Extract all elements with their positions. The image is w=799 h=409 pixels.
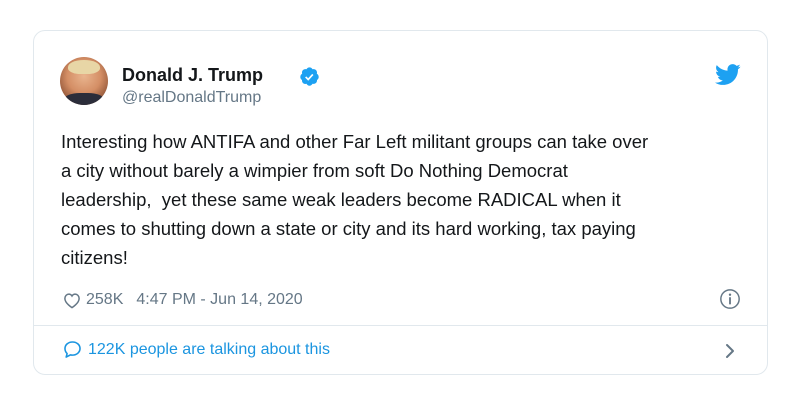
avatar-suit [64, 93, 104, 105]
tweet-embed-card[interactable]: Donald J. Trump @realDonaldTrump Interes… [33, 30, 768, 375]
author-name[interactable]: Donald J. Trump [122, 65, 263, 86]
tweet-timestamp[interactable]: 4:47 PM - Jun 14, 2020 [136, 291, 302, 309]
like-count[interactable]: 258K [86, 291, 123, 309]
info-icon[interactable] [719, 288, 741, 310]
author-avatar[interactable] [60, 57, 108, 105]
chevron-right-icon[interactable] [723, 343, 737, 359]
tweet-meta-row: 258K 4:47 PM - Jun 14, 2020 [63, 289, 303, 311]
twitter-bird-icon[interactable] [715, 64, 741, 86]
heart-icon[interactable] [63, 292, 81, 309]
talking-label[interactable]: 122K people are talking about this [88, 341, 330, 359]
tweet-text: Interesting how ANTIFA and other Far Lef… [61, 131, 649, 268]
conversation-link[interactable]: 122K people are talking about this [63, 340, 330, 359]
avatar-hair [68, 60, 100, 74]
speech-bubble-icon [64, 341, 81, 358]
card-divider [34, 325, 767, 326]
verified-badge-icon [300, 67, 319, 86]
author-handle[interactable]: @realDonaldTrump [122, 89, 261, 107]
